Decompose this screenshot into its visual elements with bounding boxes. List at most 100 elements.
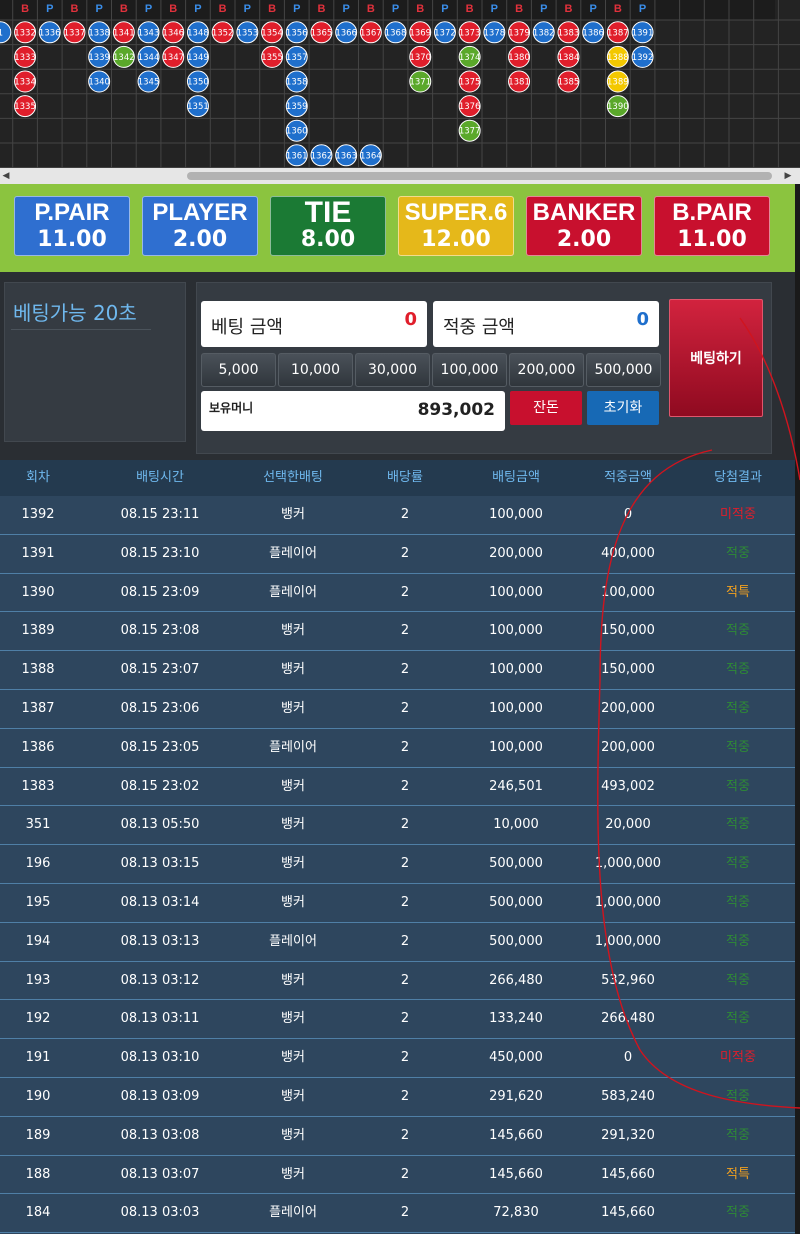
cell-selection: 뱅커 — [281, 1127, 305, 1143]
chip-5000-button[interactable]: 5,000 — [201, 353, 276, 387]
timer-box: 베팅가능 20초 — [4, 282, 186, 442]
bet-bpair-button[interactable]: B.PAIR 11.00 — [654, 196, 770, 256]
timer-divider — [11, 329, 151, 330]
chip-100000-button[interactable]: 100,000 — [432, 353, 507, 387]
bet-odds: 2.00 — [556, 227, 612, 252]
road-header-letter: P — [540, 3, 547, 15]
road-scrollbar[interactable]: ◀ ▶ — [0, 168, 800, 184]
cell-selection: 뱅커 — [281, 817, 305, 833]
cell-selection: 뱅커 — [281, 662, 305, 678]
cell-odds: 2 — [400, 972, 410, 988]
road-ball-label: 1348 — [187, 28, 209, 38]
cell-odds: 2 — [400, 933, 410, 949]
road-ball-label: 1374 — [459, 53, 481, 63]
road-header-letter: P — [441, 3, 448, 15]
road-header-letter: P — [392, 3, 399, 15]
cell-bet-amount: 100,000 — [489, 701, 543, 716]
road-header-letter: B — [416, 3, 424, 15]
place-bet-button[interactable]: 베팅하기 — [669, 299, 763, 417]
road-header-letter: B — [268, 3, 276, 15]
cell-win-amount: 200,000 — [601, 701, 655, 716]
bet-banker-button[interactable]: BANKER 2.00 — [526, 196, 642, 256]
cell-win-amount: 1,000,000 — [594, 856, 662, 872]
cell-selection: 뱅커 — [281, 856, 305, 872]
bet-player-button[interactable]: PLAYER 2.00 — [142, 196, 258, 256]
road-header-letter: B — [169, 3, 177, 15]
road-ball-label: 1367 — [360, 28, 382, 38]
cell-bet-amount: 291,620 — [489, 1089, 543, 1104]
cell-result: 적중 — [726, 1205, 750, 1221]
cell-bet-amount: 100,000 — [489, 584, 543, 600]
bet-name: B.PAIR — [672, 199, 752, 226]
road-ball-label: 1346 — [162, 28, 184, 38]
cell-win-amount: 532,960 — [601, 972, 655, 988]
cell-result: 적중 — [726, 545, 750, 561]
cell-round: 190 — [25, 1089, 51, 1104]
scroll-left-icon[interactable]: ◀ — [0, 170, 12, 182]
road-ball-label: 1 — [0, 28, 3, 38]
road-ball-label: 1376 — [459, 102, 481, 112]
cell-round: 196 — [25, 856, 51, 872]
cell-bet-amount: 100,000 — [489, 507, 543, 522]
bet-name: P.PAIR — [34, 199, 110, 226]
cell-bet-amount: 500,000 — [489, 933, 543, 949]
chip-500000-button[interactable]: 500,000 — [586, 353, 661, 387]
chip-10000-button[interactable]: 10,000 — [278, 353, 353, 387]
cell-win-amount: 266,480 — [601, 1011, 655, 1027]
cell-selection: 플레이어 — [269, 545, 317, 561]
road-header-letter: P — [145, 3, 152, 15]
money-label: 보유머니 — [209, 401, 254, 415]
table-row: 188 08.13 03:07 뱅커 2 145,660 145,660 적특 — [0, 1156, 795, 1195]
bet-tie-button[interactable]: TIE 8.00 — [270, 196, 386, 256]
cell-bet-amount: 145,660 — [489, 1127, 543, 1143]
cell-odds: 2 — [400, 817, 410, 833]
bet-ppair-button[interactable]: P.PAIR 11.00 — [14, 196, 130, 256]
bet-super6-button[interactable]: SUPER.6 12.00 — [398, 196, 514, 256]
cell-bet-amount: 100,000 — [489, 662, 543, 678]
bet-input-area: 베팅 금액 0 적중 금액 0 5,000 10,000 30,000 100,… — [196, 282, 772, 454]
cell-selection: 뱅커 — [281, 972, 305, 988]
change-button[interactable]: 잔돈 — [510, 391, 582, 425]
road-ball-label: 1362 — [311, 151, 333, 161]
cell-round: 184 — [25, 1205, 51, 1221]
header-win-amount: 적중금액 — [604, 470, 652, 485]
road-ball-label: 1382 — [533, 28, 555, 38]
road-ball-label: 1388 — [607, 53, 629, 63]
cell-result: 적중 — [726, 623, 750, 639]
road-ball-label: 1384 — [558, 53, 580, 63]
table-row: 351 08.13 05:50 뱅커 2 10,000 20,000 적중 — [0, 806, 795, 846]
cell-odds: 2 — [400, 856, 410, 872]
cell-odds: 2 — [400, 1050, 410, 1066]
table-row: 1392 08.15 23:11 뱅커 2 100,000 0 미적중 — [0, 496, 795, 535]
cell-round: 1383 — [21, 778, 55, 794]
road-header-letter: P — [342, 3, 349, 15]
bet-amount-box: 베팅 금액 0 — [201, 301, 427, 347]
reset-button[interactable]: 초기화 — [587, 391, 659, 425]
chip-30000-button[interactable]: 30,000 — [355, 353, 430, 387]
road-ball-label: 1379 — [508, 28, 530, 38]
scroll-right-icon[interactable]: ▶ — [782, 170, 794, 182]
cell-selection: 뱅커 — [281, 1011, 305, 1027]
road-ball-label: 1377 — [459, 127, 481, 137]
bet-odds: 2.00 — [172, 227, 228, 252]
road-ball-label: 1360 — [286, 127, 308, 137]
cell-win-amount: 0 — [623, 1050, 633, 1066]
road-header-letter: P — [293, 3, 300, 15]
cell-odds: 2 — [400, 662, 410, 678]
road-ball-label: 1343 — [138, 28, 160, 38]
cell-bet-amount: 246,501 — [489, 778, 543, 794]
road-ball-label: 1350 — [187, 78, 209, 88]
money-box: 보유머니 893,002 — [201, 391, 505, 431]
road-ball-label: 1359 — [286, 102, 308, 112]
cell-round: 351 — [25, 817, 51, 833]
header-odds: 배당률 — [387, 470, 423, 485]
table-row: 1383 08.15 23:02 뱅커 2 246,501 493,002 적중 — [0, 768, 795, 807]
win-amount-label: 적중 금액 — [443, 317, 515, 338]
cell-result: 적중 — [726, 778, 750, 794]
road-header-letter: P — [589, 3, 596, 15]
chip-200000-button[interactable]: 200,000 — [509, 353, 584, 387]
scroll-thumb[interactable] — [187, 172, 772, 180]
road-ball-label: 1381 — [508, 78, 530, 88]
road-ball-label: 1337 — [64, 28, 86, 38]
table-row: 1390 08.15 23:09 플레이어 2 100,000 100,000 적특 — [0, 574, 795, 613]
